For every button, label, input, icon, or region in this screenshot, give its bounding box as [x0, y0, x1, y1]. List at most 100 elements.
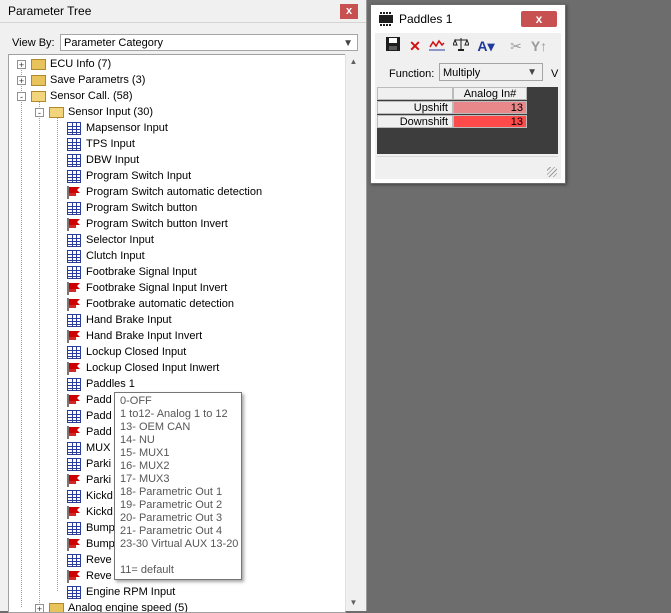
expand-icon[interactable]: +: [35, 604, 44, 612]
scroll-up-icon[interactable]: ▲: [346, 54, 361, 70]
tooltip-line: 18- Parametric Out 1: [120, 486, 223, 498]
tree-item[interactable]: TPS Input: [9, 136, 343, 152]
tree-item[interactable]: Selector Input: [9, 232, 343, 248]
folder-open-icon: [31, 91, 46, 102]
text-format-icon[interactable]: A▾: [474, 37, 498, 55]
tree-item-label: Selector Input: [86, 234, 154, 246]
tooltip-line: 14- NU: [120, 434, 155, 446]
tree-item[interactable]: + Save Parametrs (3): [9, 72, 343, 88]
expand-icon[interactable]: +: [17, 76, 26, 86]
expand-icon[interactable]: +: [17, 60, 26, 70]
graph-icon[interactable]: [428, 37, 446, 55]
tree-item-label: Save Parametrs (3): [50, 74, 146, 86]
tooltip-line: 21- Parametric Out 4: [120, 525, 223, 537]
tree-item-label: Reve: [86, 570, 112, 582]
tree-item-label: Clutch Input: [86, 250, 145, 262]
save-icon[interactable]: [384, 37, 402, 55]
tree-item[interactable]: Hand Brake Input Invert: [9, 328, 343, 344]
tree-item[interactable]: Footbrake automatic detection: [9, 296, 343, 312]
flag-icon: [67, 506, 81, 519]
tree-item[interactable]: DBW Input: [9, 152, 343, 168]
tree-item[interactable]: + Analog engine speed (5): [9, 600, 343, 612]
row-header-upshift: Upshift: [377, 101, 453, 114]
tree-item[interactable]: Lockup Closed Input: [9, 344, 343, 360]
tree-item[interactable]: Lockup Closed Input Inwert: [9, 360, 343, 376]
tooltip-line: 0-OFF: [120, 395, 152, 407]
tree-item[interactable]: Footbrake Signal Input Invert: [9, 280, 343, 296]
view-by-select[interactable]: Parameter Category ▼: [60, 34, 358, 51]
grid-corner-cell: [377, 87, 453, 100]
tree-item[interactable]: Program Switch button Invert: [9, 216, 343, 232]
function-select[interactable]: Multiply ▼: [439, 63, 543, 81]
grid-icon: [67, 586, 81, 599]
tree-item[interactable]: - Sensor Call. (58): [9, 88, 343, 104]
tree-item[interactable]: + ECU Info (7): [9, 56, 343, 72]
function-extra-label: V: [551, 68, 559, 80]
tree-item[interactable]: - Sensor Input (30): [9, 104, 343, 120]
tree-item-label: ECU Info (7): [50, 58, 112, 70]
tree-item-label: Hand Brake Input: [86, 314, 172, 326]
delete-icon[interactable]: ✕: [406, 37, 424, 55]
upshift-value-cell[interactable]: 13: [453, 101, 527, 114]
tree-item[interactable]: Program Switch automatic detection: [9, 184, 343, 200]
window-body: ✕ A▾ ✂ Y↑ Function: Multiply ▼ V Analog …: [375, 33, 561, 179]
window-status-bar: [377, 156, 558, 178]
folder-icon: [31, 59, 46, 70]
tooltip-popup: 0-OFF 1 to12- Analog 1 to 12 13- OEM CAN 14…: [114, 392, 242, 580]
flag-icon: [67, 330, 81, 343]
tooltip-line: 17- MUX3: [120, 473, 170, 485]
grid-icon: [67, 554, 81, 567]
scroll-down-icon[interactable]: ▼: [346, 595, 361, 611]
tree-item-label: Bump: [86, 522, 115, 534]
tree-item[interactable]: Program Switch button: [9, 200, 343, 216]
tree-item[interactable]: Clutch Input: [9, 248, 343, 264]
tree-item-label: Padd: [86, 394, 112, 406]
tree-item-label: Program Switch Input: [86, 170, 192, 182]
grid-icon: [67, 490, 81, 503]
tree-item[interactable]: Hand Brake Input: [9, 312, 343, 328]
paddles-window: Paddles 1 x ✕ A▾ ✂ Y↑ Function: Multiply…: [370, 4, 566, 184]
window-title: Paddles 1: [399, 12, 453, 26]
tree-item-label: Padd: [86, 426, 112, 438]
balance-icon[interactable]: [452, 37, 470, 55]
collapse-icon[interactable]: -: [17, 92, 26, 102]
tree-item-label: Paddles 1: [86, 378, 135, 390]
tooltip-line: 20- Parametric Out 3: [120, 512, 223, 524]
tree-scrollbar[interactable]: ▲ ▼: [345, 54, 361, 611]
flag-icon: [67, 298, 81, 311]
paddles-grid: Analog In# Upshift 13 Downshift 13: [377, 87, 558, 154]
grid-icon: [67, 442, 81, 455]
function-value: Multiply: [443, 67, 481, 79]
grid-icon: [67, 234, 81, 247]
function-label: Function:: [389, 68, 435, 80]
flag-icon: [67, 394, 81, 407]
flag-icon: [67, 218, 81, 231]
tree-item[interactable]: Footbrake Signal Input: [9, 264, 343, 280]
panel-close-button[interactable]: x: [340, 4, 358, 19]
merge-icon[interactable]: Y↑: [530, 37, 548, 55]
collapse-icon[interactable]: -: [35, 108, 44, 118]
tree-item[interactable]: Engine RPM Input: [9, 584, 343, 600]
tree-item-label: Kickd: [86, 506, 113, 518]
grid-icon: [67, 346, 81, 359]
resize-grip-icon[interactable]: [547, 167, 557, 177]
window-titlebar[interactable]: Paddles 1 x: [371, 5, 565, 33]
tree-item-label: Program Switch automatic detection: [86, 186, 263, 198]
folder-icon: [31, 75, 46, 86]
tree-item-label: Mapsensor Input: [86, 122, 168, 134]
grid-icon: [67, 314, 81, 327]
downshift-value-cell[interactable]: 13: [453, 115, 527, 128]
tooltip-line: 23-30 Virtual AUX 13-20: [120, 538, 239, 550]
tree-item-label: Engine RPM Input: [86, 586, 176, 598]
window-close-button[interactable]: x: [521, 11, 557, 27]
grid-icon: [67, 378, 81, 391]
flag-icon: [67, 426, 81, 439]
tree-item-label: Footbrake Signal Input: [86, 266, 197, 278]
grid-icon: [67, 138, 81, 151]
tooltip-line: 1 to12- Analog 1 to 12: [120, 408, 228, 420]
tree-item[interactable]: Mapsensor Input: [9, 120, 343, 136]
cut-icon[interactable]: ✂: [507, 37, 525, 55]
tree-item[interactable]: Program Switch Input: [9, 168, 343, 184]
tree-item[interactable]: Paddles 1: [9, 376, 343, 392]
flag-icon: [67, 186, 81, 199]
